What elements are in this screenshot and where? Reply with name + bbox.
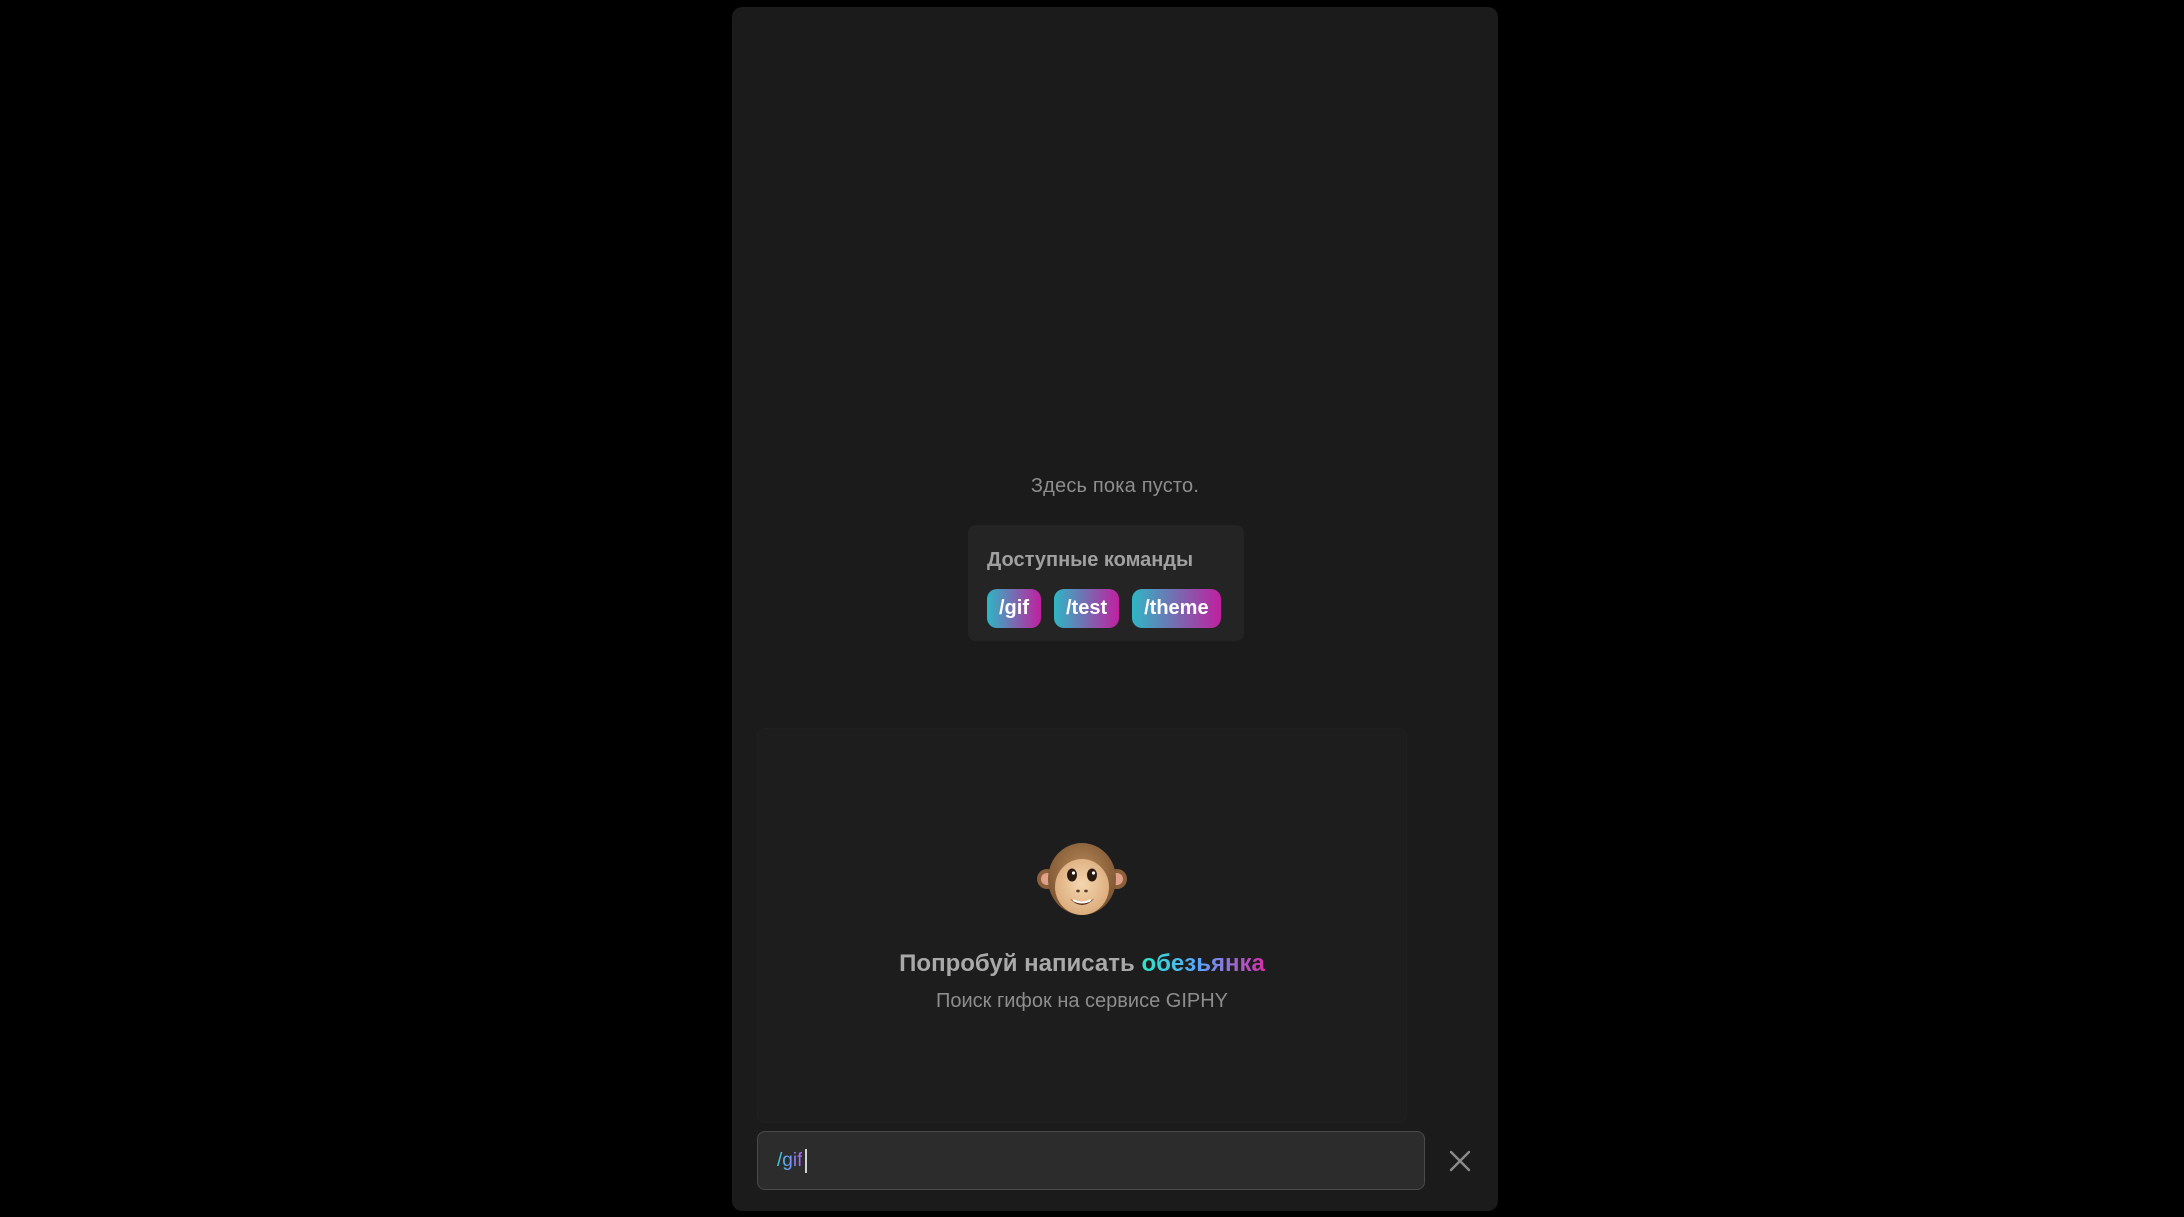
empty-chat-message: Здесь пока пусто. <box>1030 475 1200 497</box>
command-chip-gif[interactable]: /gif <box>987 589 1041 628</box>
gif-search-panel: Попробуй написать обезьянка Поиск гифок … <box>757 728 1407 1123</box>
message-input[interactable]: /gif <box>757 1131 1425 1190</box>
text-caret <box>805 1148 808 1173</box>
gif-hint: Попробуй написать обезьянка <box>758 950 1406 978</box>
command-chip-test[interactable]: /test <box>1054 589 1120 628</box>
chat-panel: Здесь пока пусто. Доступные команды /gif… <box>732 7 1498 1211</box>
commands-title: Доступные команды <box>987 549 1194 571</box>
commands-card: Доступные команды /gif /test /theme <box>968 525 1244 641</box>
close-button[interactable] <box>1442 1143 1478 1179</box>
close-icon <box>1449 1150 1471 1172</box>
monkey-icon <box>1037 843 1127 915</box>
gif-hint-prefix: Попробуй написать <box>899 950 1135 977</box>
command-chips: /gif /test /theme <box>987 589 1221 628</box>
command-chip-label: /theme <box>1144 597 1209 619</box>
command-chip-theme[interactable]: /theme <box>1132 589 1221 628</box>
gif-hint-subtitle: Поиск гифок на сервисе GIPHY <box>935 990 1228 1012</box>
command-chip-label: /test <box>1066 597 1108 619</box>
gif-hint-word[interactable]: обезьянка <box>1141 950 1264 977</box>
command-chip-label: /gif <box>999 597 1029 619</box>
message-input-value: /gif <box>777 1149 803 1171</box>
